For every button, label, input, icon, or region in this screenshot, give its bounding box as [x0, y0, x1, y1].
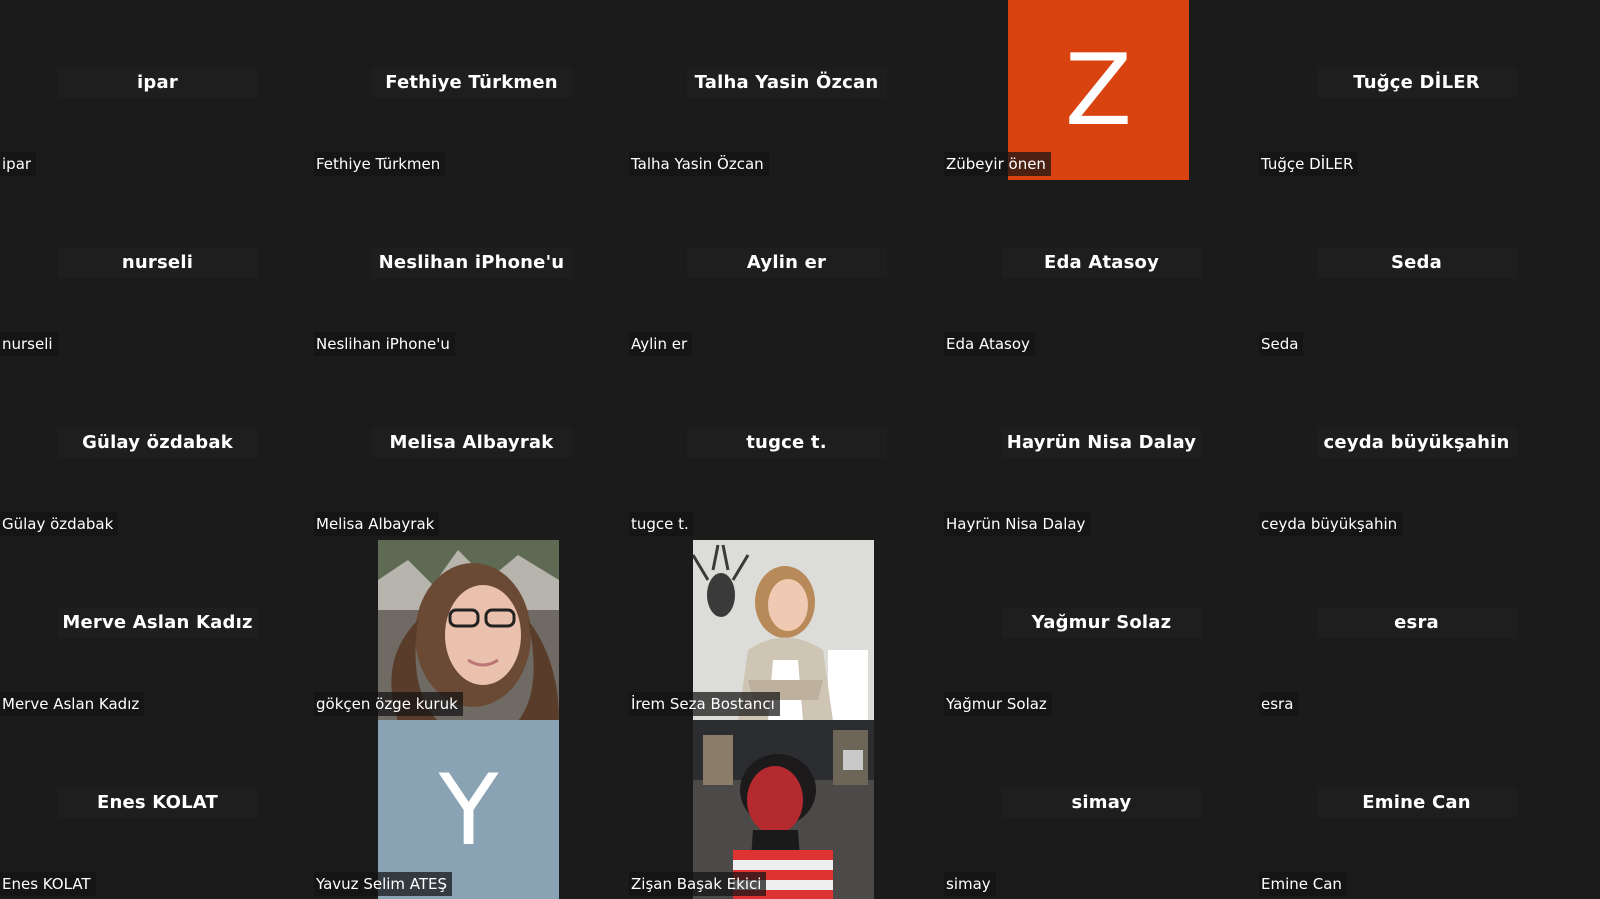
participant-tile[interactable]: tugce t. tugce t.	[629, 360, 944, 537]
participant-display-name: Fethiye Türkmen	[371, 68, 572, 98]
participant-tile[interactable]: Neslihan iPhone'u Neslihan iPhone'u	[314, 180, 629, 357]
participant-name-label: Aylin er	[629, 332, 693, 356]
participant-display-name: Gülay özdabak	[57, 428, 258, 458]
participant-tile[interactable]: ceyda büyükşahin ceyda büyükşahin	[1259, 360, 1574, 537]
participant-tile[interactable]: nurseli nurseli	[0, 180, 315, 357]
participant-display-name: Talha Yasin Özcan	[686, 68, 887, 98]
participant-display-name: Seda	[1316, 248, 1517, 278]
participant-tile[interactable]: Talha Yasin Özcan Talha Yasin Özcan	[629, 0, 944, 177]
participant-name-label: Talha Yasin Özcan	[629, 152, 769, 176]
participant-tile[interactable]: Enes KOLAT Enes KOLAT	[0, 720, 315, 897]
participant-tile[interactable]: simay simay	[944, 720, 1259, 897]
participant-name-label: Melisa Albayrak	[314, 512, 440, 536]
participant-tile[interactable]: Seda Seda	[1259, 180, 1574, 357]
participant-tile[interactable]: Eda Atasoy Eda Atasoy	[944, 180, 1259, 357]
participant-name-label: Gülay özdabak	[0, 512, 119, 536]
participant-display-name: ipar	[57, 68, 258, 98]
participant-display-name: Enes KOLAT	[57, 788, 258, 818]
participant-display-name: tugce t.	[686, 428, 887, 458]
participant-display-name: Emine Can	[1316, 788, 1517, 818]
participant-name-label: nurseli	[0, 332, 58, 356]
participant-name-label: Enes KOLAT	[0, 872, 96, 896]
participant-name-label: tugce t.	[629, 512, 694, 536]
participant-display-name: ceyda büyükşahin	[1316, 428, 1517, 458]
participant-tile[interactable]: Emine Can Emine Can	[1259, 720, 1574, 897]
participant-name-label: Emine Can	[1259, 872, 1347, 896]
participant-name-label: Yavuz Selim ATEŞ	[314, 872, 453, 896]
participant-display-name: Aylin er	[686, 248, 887, 278]
participant-tile[interactable]: Yağmur Solaz Yağmur Solaz	[944, 540, 1259, 717]
participant-tile[interactable]: gökçen özge kuruk	[314, 540, 629, 721]
participant-display-name: nurseli	[57, 248, 258, 278]
participant-name-label: Zübeyir önen	[944, 152, 1051, 176]
participant-name-label: ipar	[0, 152, 37, 176]
participant-name-label: esra	[1259, 692, 1299, 716]
participant-name-label: Merve Aslan Kadız	[0, 692, 145, 716]
participant-name-label: gökçen özge kuruk	[314, 692, 463, 716]
participant-name-label: Tuğçe DİLER	[1259, 152, 1359, 176]
participant-name-label: ceyda büyükşahin	[1259, 512, 1403, 536]
participant-display-name: Tuğçe DİLER	[1316, 68, 1517, 98]
participant-display-name: Merve Aslan Kadız	[57, 608, 258, 638]
participant-tile[interactable]: Hayrün Nisa Dalay Hayrün Nisa Dalay	[944, 360, 1259, 537]
participant-name-label: Zişan Başak Ekici	[629, 872, 767, 896]
participant-name-label: Neslihan iPhone'u	[314, 332, 455, 356]
participant-tile[interactable]: Y Yavuz Selim ATEŞ	[314, 720, 629, 899]
participant-tile[interactable]: Zişan Başak Ekici	[629, 720, 944, 899]
participant-display-name: simay	[1001, 788, 1202, 818]
video-gallery: ipar ipar Fethiye Türkmen Fethiye Türkmen Ta…	[0, 0, 1600, 899]
participant-tile[interactable]: Merve Aslan Kadız Merve Aslan Kadız	[0, 540, 315, 717]
participant-tile[interactable]: Gülay özdabak Gülay özdabak	[0, 360, 315, 537]
participant-name-label: Seda	[1259, 332, 1304, 356]
participant-name-label: simay	[944, 872, 996, 896]
participant-tile[interactable]: esra esra	[1259, 540, 1574, 717]
participant-name-label: İrem Seza Bostancı	[629, 692, 780, 716]
participant-tile[interactable]: Melisa Albayrak Melisa Albayrak	[314, 360, 629, 537]
participant-tile[interactable]: ipar ipar	[0, 0, 315, 177]
participant-display-name: Neslihan iPhone'u	[371, 248, 572, 278]
participant-name-label: Fethiye Türkmen	[314, 152, 446, 176]
participant-tile[interactable]: Aylin er Aylin er	[629, 180, 944, 357]
participant-tile[interactable]: Tuğçe DİLER Tuğçe DİLER	[1259, 0, 1574, 177]
participant-tile[interactable]: İrem Seza Bostancı	[629, 540, 944, 721]
participant-name-label: Yağmur Solaz	[944, 692, 1052, 716]
participant-display-name: Yağmur Solaz	[1001, 608, 1202, 638]
participant-display-name: esra	[1316, 608, 1517, 638]
participant-tile[interactable]: Z Zübeyir önen	[944, 0, 1259, 181]
participant-display-name: Melisa Albayrak	[371, 428, 572, 458]
participant-name-label: Eda Atasoy	[944, 332, 1035, 356]
participant-display-name: Eda Atasoy	[1001, 248, 1202, 278]
participant-name-label: Hayrün Nisa Dalay	[944, 512, 1091, 536]
participant-display-name: Hayrün Nisa Dalay	[1001, 428, 1202, 458]
participant-tile[interactable]: Fethiye Türkmen Fethiye Türkmen	[314, 0, 629, 177]
